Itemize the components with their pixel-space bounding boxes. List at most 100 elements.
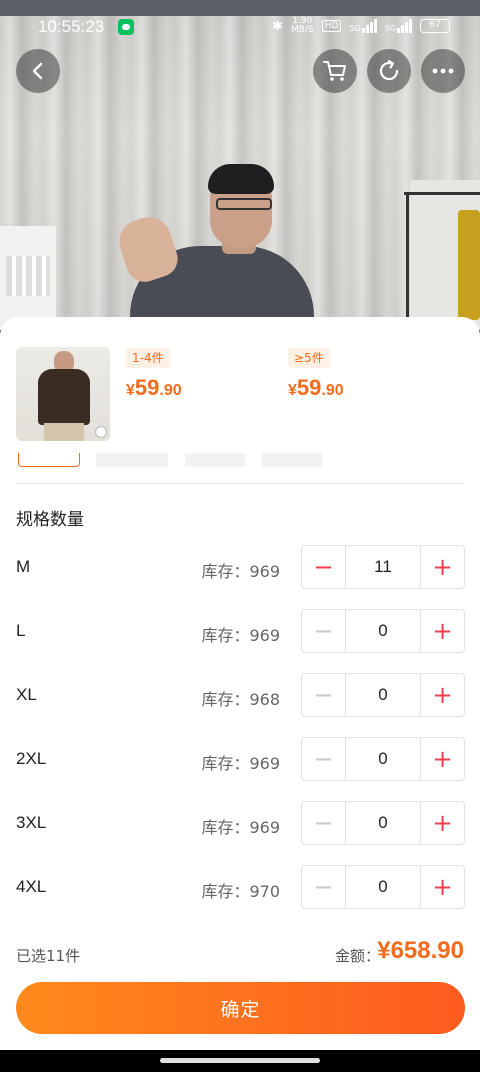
tier-currency: ¥ [288,382,297,399]
color-options-strip [0,453,480,469]
quantity-stepper: − 0 + [301,801,465,845]
confirm-button[interactable]: 确定 [16,982,465,1034]
increase-button[interactable]: + [421,738,464,780]
shelf-items [6,256,50,296]
zoom-badge-icon [95,426,107,438]
size-label: 3XL [16,813,47,832]
battery-icon: 67 [420,19,450,33]
quantity-value[interactable]: 0 [345,610,421,652]
quantity-value[interactable]: 0 [345,866,421,908]
quantity-stepper: − 0 + [301,673,465,717]
size-row: 4XL 库存：970 − 0 + [0,863,480,927]
more-button[interactable] [421,49,465,93]
product-thumbnail[interactable] [16,347,110,441]
quantity-value[interactable]: 0 [345,738,421,780]
quantity-stepper: − 0 + [301,609,465,653]
stock-label: 库存：970 [201,882,280,901]
color-option[interactable] [96,453,168,467]
bluetooth-icon: ✱ [272,18,284,34]
size-list: M 库存：969 − 11 + L 库存：969 − 0 + XL 库存：968… [0,543,480,927]
decrease-button[interactable]: − [302,866,345,908]
decrease-button[interactable]: − [302,802,345,844]
hanging-clothes [458,210,480,320]
presenter-hair [208,164,274,194]
size-row: 2XL 库存：969 − 0 + [0,735,480,799]
tier-currency: ¥ [126,382,135,399]
decrease-button[interactable]: − [302,610,345,652]
signal-2-label: 5G [384,24,396,33]
order-summary: 已选11件 金额： ¥658.90 [0,937,480,967]
share-button[interactable] [367,49,411,93]
tier-price-dec: .90 [321,382,344,399]
chevron-left-icon [32,62,43,80]
share-icon [379,59,399,81]
signal-1-label: 5G [349,24,361,33]
decrease-button[interactable]: − [302,738,345,780]
increase-button[interactable]: + [421,610,464,652]
tier-range: ≥5件 [288,348,330,368]
quantity-value[interactable]: 11 [345,546,421,588]
cart-button[interactable] [313,49,357,93]
tier-range: 1-4件 [126,348,170,368]
tier-price-int: 59 [296,375,322,400]
stock-label: 库存：968 [201,690,280,709]
divider [16,483,464,484]
status-icons: ✱ 1.90 MB/S HD 5G 5G 67 [272,17,450,35]
tier-price-dec: .90 [159,382,182,399]
quantity-value[interactable]: 0 [345,674,421,716]
status-bar: 10:55:23 ✱ 1.90 MB/S HD 5G 5G 67 [0,0,480,56]
net-speed-unit: MB/S [291,25,314,35]
tier-price: ¥59.90 [288,375,344,401]
size-label: XL [16,685,37,704]
size-label: M [16,557,31,576]
size-row: L 库存：969 − 0 + [0,607,480,671]
size-label: 2XL [16,749,47,768]
stock-label: 库存：969 [201,818,280,837]
tier-price-int: 59 [134,375,160,400]
system-nav-bar [0,1050,480,1072]
quantity-stepper: − 0 + [301,737,465,781]
size-row: XL 库存：968 − 0 + [0,671,480,735]
size-label: 4XL [16,877,47,896]
selected-count: 已选11件 [16,947,81,965]
home-indicator[interactable] [160,1058,320,1063]
increase-button[interactable]: + [421,674,464,716]
wechat-icon [118,19,134,35]
hd-icon: HD [321,20,342,32]
clothes-rack-pole [406,192,409,330]
price-tier-2: ≥5件 ¥59.90 [288,347,344,401]
amount-label: 金额： [334,947,380,965]
tier-price: ¥59.90 [126,375,182,401]
quantity-stepper: − 0 + [301,865,465,909]
stock-label: 库存：969 [201,626,280,645]
thumbnail-sweater [38,369,90,425]
clothes-rack-bar [404,192,480,195]
stock-label: 库存：969 [201,562,280,581]
increase-button[interactable]: + [421,866,464,908]
increase-button[interactable]: + [421,802,464,844]
decrease-button[interactable]: − [302,546,345,588]
total-amount: ¥658.90 [377,937,464,964]
increase-button[interactable]: + [421,546,464,588]
color-option-selected[interactable] [18,453,80,467]
size-row: 3XL 库存：969 − 0 + [0,799,480,863]
back-button[interactable] [16,49,60,93]
size-label: L [16,621,26,640]
size-row: M 库存：969 − 11 + [0,543,480,607]
net-speed: 1.90 MB/S [291,17,314,35]
stock-label: 库存：969 [201,754,280,773]
signal-icon-1: 5G [349,19,377,33]
sku-sheet: 1-4件 ¥59.90 ≥5件 ¥59.90 规格数量 M 库存：969 − 1… [0,317,480,1053]
quantity-value[interactable]: 0 [345,802,421,844]
color-option[interactable] [185,453,245,467]
thumbnail-pants [44,423,84,441]
color-option[interactable] [262,453,322,467]
decrease-button[interactable]: − [302,674,345,716]
cart-icon [323,61,346,81]
section-title: 规格数量 [16,510,84,530]
quantity-stepper: − 11 + [301,545,465,589]
price-tier-1: 1-4件 ¥59.90 [126,347,182,401]
signal-icon-2: 5G [385,19,412,33]
more-dots-icon [432,68,454,74]
clock: 10:55:23 [38,17,105,36]
